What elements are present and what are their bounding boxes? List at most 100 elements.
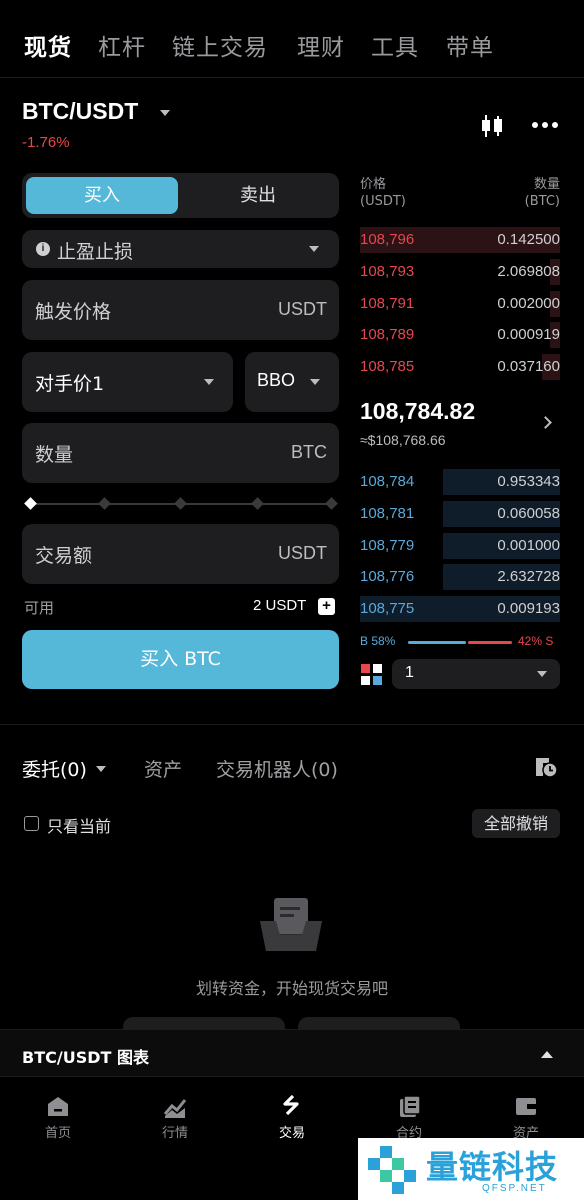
watermark-name: 量链科技: [426, 1148, 559, 1186]
ask-row[interactable]: 108,789 0.000919: [360, 322, 560, 348]
order-type-select[interactable]: i 止盈止损: [22, 230, 339, 268]
bid-row[interactable]: 108,775 0.009193: [360, 596, 560, 622]
watermark: 量链科技 QFSP.NET: [358, 1138, 584, 1200]
slider-handle[interactable]: [24, 497, 37, 510]
buy-ratio-bar: [408, 641, 466, 644]
bbo-select[interactable]: BBO: [245, 352, 339, 412]
chevron-down-icon[interactable]: [96, 766, 106, 772]
more-icon[interactable]: [532, 122, 558, 130]
bid-qty: 0.953343: [497, 473, 560, 490]
precision-select[interactable]: 1: [392, 659, 560, 689]
ask-qty: 0.002000: [497, 295, 560, 312]
market-chart-icon: [163, 1099, 187, 1118]
chevron-down-icon[interactable]: [160, 110, 170, 116]
tab-orders[interactable]: 委托(0): [22, 755, 87, 782]
orderbook-price-header: 价格 (USDT): [360, 176, 406, 210]
chevron-right-icon[interactable]: [539, 416, 552, 429]
bid-row[interactable]: 108,779 0.001000: [360, 533, 560, 559]
bid-price: 108,779: [360, 537, 415, 554]
nav-home-label: 首页: [44, 1126, 71, 1141]
only-current-checkbox[interactable]: [24, 816, 39, 831]
bbo-label: BBO: [257, 370, 296, 390]
sell-ratio-bar: [468, 641, 512, 644]
bid-row[interactable]: 108,781 0.060058: [360, 501, 560, 527]
bid-price: 108,784: [360, 473, 415, 490]
tab-earn[interactable]: 理财: [297, 28, 345, 62]
nav-home[interactable]: 首页: [18, 1094, 98, 1141]
quantity-input[interactable]: 数量 BTC: [22, 423, 339, 483]
ask-row[interactable]: 108,785 0.037160: [360, 354, 560, 380]
ask-row[interactable]: 108,793 2.069808: [360, 259, 560, 285]
nav-market[interactable]: 行情: [135, 1094, 215, 1141]
wallet-icon: [516, 1098, 536, 1115]
trade-amount-placeholder: 交易额: [35, 545, 93, 567]
order-history-icon[interactable]: [533, 754, 559, 780]
price-header-label: 价格: [360, 177, 387, 192]
ask-price: 108,791: [360, 295, 415, 312]
available-label: 可用: [24, 599, 55, 617]
ask-price: 108,796: [360, 231, 415, 248]
nav-market-label: 行情: [161, 1126, 188, 1141]
nav-futures[interactable]: 合约: [369, 1094, 449, 1141]
price-mode-select[interactable]: 对手价1: [22, 352, 233, 412]
tab-assets[interactable]: 资产: [144, 755, 182, 782]
sell-ratio: 42% S: [518, 634, 554, 648]
tab-spot[interactable]: 现货: [24, 28, 72, 62]
ask-row[interactable]: 108,791 0.002000: [360, 291, 560, 317]
qty-header-label: 数量: [533, 177, 560, 192]
pair-symbol[interactable]: BTC/USDT: [22, 98, 138, 125]
nav-trade-label: 交易: [278, 1126, 305, 1141]
bid-qty: 0.009193: [497, 600, 560, 617]
last-price-usd: ≈$108,768.66: [360, 432, 446, 448]
trigger-price-unit: USDT: [278, 299, 327, 319]
trade-amount-input[interactable]: 交易额 USDT: [22, 524, 339, 584]
trigger-price-input[interactable]: 触发价格 USDT: [22, 280, 339, 340]
slider-stop-50[interactable]: [174, 497, 187, 510]
ask-price: 108,793: [360, 263, 415, 280]
cancel-all-button[interactable]: 全部撤销: [472, 809, 560, 838]
tab-margin[interactable]: 杠杆: [98, 28, 146, 62]
sell-tab[interactable]: 卖出: [182, 177, 334, 214]
slider-stop-100[interactable]: [325, 497, 338, 510]
tab-onchain[interactable]: 链上交易: [172, 28, 268, 62]
ask-row[interactable]: 108,796 0.142500: [360, 227, 560, 253]
top-tabs: 现货 杠杆 链上交易 理财 工具 带单: [0, 0, 584, 78]
bid-qty: 0.060058: [497, 505, 560, 522]
tab-tools[interactable]: 工具: [371, 28, 419, 62]
buy-btc-button[interactable]: 买入 BTC: [22, 630, 339, 689]
trigger-price-placeholder: 触发价格: [35, 301, 112, 323]
add-funds-icon[interactable]: +: [318, 598, 335, 615]
bid-qty: 0.001000: [497, 537, 560, 554]
section-divider: [0, 724, 584, 725]
chart-toggle-bar[interactable]: BTC/USDT 图表: [0, 1029, 584, 1077]
futures-icon: [400, 1095, 421, 1117]
pair-change: -1.76%: [22, 134, 70, 151]
slider-stop-75[interactable]: [251, 497, 264, 510]
nav-assets[interactable]: 资产: [486, 1094, 566, 1141]
price-mode-label: 对手价1: [35, 373, 105, 395]
empty-state-text: 划转资金，开始现货交易吧: [195, 979, 388, 998]
buy-tab[interactable]: 买入: [26, 177, 178, 214]
bid-price: 108,775: [360, 600, 415, 617]
bid-row[interactable]: 108,784 0.953343: [360, 469, 560, 495]
info-icon[interactable]: i: [36, 242, 50, 256]
chevron-down-icon: [310, 379, 320, 385]
tab-copytrade[interactable]: 带单: [446, 28, 494, 62]
chevron-up-icon[interactable]: [541, 1051, 553, 1058]
bid-row[interactable]: 108,776 2.632728: [360, 564, 560, 590]
chevron-down-icon: [309, 246, 319, 252]
trade-amount-unit: USDT: [278, 543, 327, 563]
orderbook-layout-icon[interactable]: [361, 664, 382, 685]
slider-stop-25[interactable]: [98, 497, 111, 510]
amount-slider[interactable]: [24, 497, 338, 510]
quantity-unit: BTC: [291, 442, 327, 462]
nav-trade[interactable]: 交易: [252, 1094, 332, 1141]
qty-header-unit: (BTC): [524, 194, 560, 209]
ask-qty: 0.000919: [497, 326, 560, 343]
ask-qty: 2.069808: [497, 263, 560, 280]
tab-trading-bots[interactable]: 交易机器人(0): [216, 755, 338, 782]
orderbook-qty-header: 数量 (BTC): [500, 176, 560, 210]
candlestick-icon[interactable]: [478, 112, 506, 140]
order-type-label: 止盈止损: [57, 241, 134, 263]
precision-value: 1: [405, 664, 414, 681]
